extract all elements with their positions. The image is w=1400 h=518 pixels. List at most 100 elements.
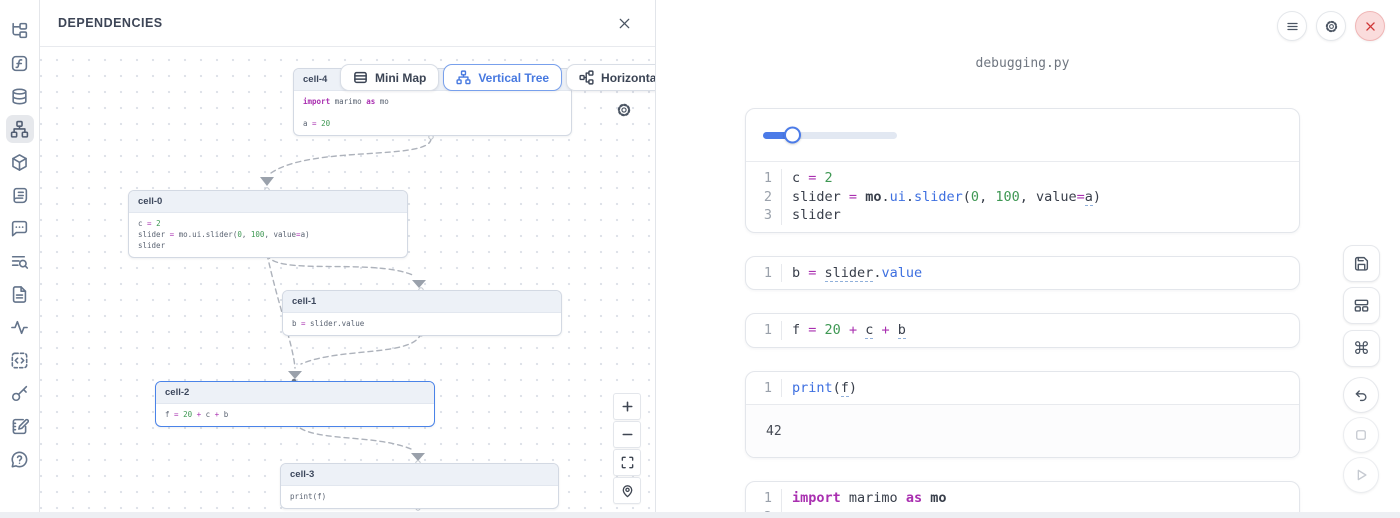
graph-node-cell-0[interactable]: cell-0c = 2slider = mo.ui.slider(0, 100,… bbox=[128, 190, 408, 258]
line-number: 2 bbox=[746, 188, 782, 207]
sidebar-item-logs[interactable] bbox=[6, 247, 34, 275]
code-line: 1print(f) bbox=[746, 379, 1299, 398]
rows-icon bbox=[353, 70, 368, 85]
zoom-in-button[interactable] bbox=[613, 393, 641, 420]
notebook-cells: 1c = 22slider = mo.ui.slider(0, 100, val… bbox=[745, 108, 1300, 518]
line-number: 1 bbox=[746, 264, 782, 283]
code-text: b = slider.value bbox=[782, 264, 922, 283]
sidebar-item-dependencies[interactable] bbox=[6, 115, 34, 143]
file-text-icon bbox=[10, 285, 29, 304]
graph-node-code: import marimo as mo a = 20 bbox=[294, 91, 571, 135]
code-editor[interactable]: 1print(f) bbox=[746, 372, 1299, 405]
code-editor[interactable]: 1b = slider.value bbox=[746, 257, 1299, 290]
code-text: import marimo as mo bbox=[782, 489, 946, 508]
horizontal-tree-label: Horizontal Tree bbox=[601, 71, 655, 85]
mini-map-label: Mini Map bbox=[375, 71, 426, 85]
notebook-pen-icon bbox=[10, 417, 29, 436]
graph-zoom-controls bbox=[613, 393, 641, 504]
sidebar-item-packages[interactable] bbox=[6, 148, 34, 176]
horizontal-tree-icon bbox=[579, 70, 594, 85]
sidebar-item-secrets[interactable] bbox=[6, 379, 34, 407]
vertical-tree-label: Vertical Tree bbox=[478, 71, 549, 85]
window-controls bbox=[1277, 11, 1385, 41]
vertical-tree-button[interactable]: Vertical Tree bbox=[443, 64, 562, 91]
panel-title: DEPENDENCIES bbox=[58, 16, 163, 30]
command-icon: ⌘ bbox=[1353, 340, 1370, 357]
settings-button[interactable] bbox=[1316, 11, 1346, 41]
activity-icon bbox=[10, 318, 29, 337]
code-line: 1b = slider.value bbox=[746, 264, 1299, 283]
notebook-area: debugging.py 1c = 22slider = mo.ui.slide… bbox=[656, 0, 1400, 518]
graph-node-title: cell-0 bbox=[129, 191, 407, 213]
list-search-icon bbox=[10, 252, 29, 271]
notebook-cell[interactable]: 1print(f)42 bbox=[745, 371, 1300, 459]
slider-output-area bbox=[746, 109, 1299, 162]
shutdown-button[interactable] bbox=[1355, 11, 1385, 41]
sidebar-item-variables[interactable] bbox=[6, 49, 34, 77]
shutdown-x-icon bbox=[1363, 19, 1378, 34]
vertical-tree-icon bbox=[456, 70, 471, 85]
sidebar-item-tracing[interactable] bbox=[6, 313, 34, 341]
sidebar-item-outline[interactable] bbox=[6, 346, 34, 374]
graph-node-cell-2[interactable]: cell-2f = 20 + c + b bbox=[155, 381, 435, 427]
code-line: 2slider = mo.ui.slider(0, 100, value=a) bbox=[746, 188, 1299, 207]
notebook-cell[interactable]: 1f = 20 + c + b bbox=[745, 313, 1300, 348]
marimo-app: DEPENDENCIES bbox=[0, 0, 1400, 518]
code-square-icon bbox=[10, 351, 29, 370]
notebook-cell[interactable]: 1c = 22slider = mo.ui.slider(0, 100, val… bbox=[745, 108, 1300, 233]
graph-node-title: cell-1 bbox=[283, 291, 561, 313]
graph-node-code: f = 20 + c + b bbox=[156, 404, 434, 426]
menu-button[interactable] bbox=[1277, 11, 1307, 41]
sidebar-item-snippets[interactable] bbox=[6, 280, 34, 308]
horizontal-scrollbar[interactable] bbox=[0, 512, 1400, 518]
layout-icon bbox=[1353, 297, 1370, 314]
code-line: 1c = 2 bbox=[746, 169, 1299, 188]
mini-map-button[interactable]: Mini Map bbox=[340, 64, 439, 91]
keyboard-shortcuts-button[interactable]: ⌘ bbox=[1343, 330, 1380, 367]
layout-button[interactable] bbox=[1343, 287, 1380, 324]
run-button[interactable] bbox=[1343, 457, 1379, 493]
zoom-out-button[interactable] bbox=[613, 421, 641, 448]
scroll-icon bbox=[10, 186, 29, 205]
horizontal-tree-button[interactable]: Horizontal Tree bbox=[566, 64, 655, 91]
code-text: f = 20 + c + b bbox=[782, 321, 906, 340]
dependencies-panel: DEPENDENCIES bbox=[40, 0, 656, 518]
sidebar-item-chat[interactable] bbox=[6, 214, 34, 242]
sidebar-item-scratchpad[interactable] bbox=[6, 412, 34, 440]
save-button[interactable] bbox=[1343, 245, 1380, 282]
graph-node-code: b = slider.value bbox=[283, 313, 561, 335]
graph-settings-gear-icon[interactable] bbox=[616, 102, 632, 118]
graph-node-cell-1[interactable]: cell-1b = slider.value bbox=[282, 290, 562, 336]
graph-node-cell-3[interactable]: cell-3print(f) bbox=[280, 463, 559, 509]
network-icon bbox=[10, 120, 29, 139]
help-circle-icon bbox=[10, 450, 29, 469]
notebook-cell[interactable]: 1b = slider.value bbox=[745, 256, 1300, 291]
dependencies-panel-header: DEPENDENCIES bbox=[40, 0, 655, 47]
sidebar-item-help[interactable] bbox=[6, 445, 34, 473]
fit-view-button[interactable] bbox=[613, 449, 641, 476]
chat-icon bbox=[10, 219, 29, 238]
activity-sidebar bbox=[0, 0, 40, 518]
sidebar-item-documentation[interactable] bbox=[6, 181, 34, 209]
dependency-graph-canvas[interactable]: cell-4import marimo as mo a = 20cell-0c … bbox=[40, 47, 655, 518]
code-line: 1import marimo as mo bbox=[746, 489, 1299, 508]
graph-node-title: cell-3 bbox=[281, 464, 558, 486]
code-text: print(f) bbox=[782, 379, 857, 398]
slider[interactable] bbox=[763, 132, 897, 139]
code-text: c = 2 bbox=[782, 169, 833, 188]
code-editor[interactable]: 1c = 22slider = mo.ui.slider(0, 100, val… bbox=[746, 162, 1299, 232]
center-location-button[interactable] bbox=[613, 477, 641, 504]
save-icon bbox=[1353, 255, 1370, 272]
sidebar-item-file-explorer[interactable] bbox=[6, 16, 34, 44]
notebook-filename[interactable]: debugging.py bbox=[745, 56, 1300, 71]
code-line: 3slider bbox=[746, 206, 1299, 225]
code-editor[interactable]: 1f = 20 + c + b bbox=[746, 314, 1299, 347]
slider-thumb[interactable] bbox=[784, 127, 801, 144]
undo-button[interactable] bbox=[1343, 377, 1379, 413]
undo-icon bbox=[1353, 387, 1369, 403]
code-text: slider bbox=[782, 206, 841, 225]
stop-button[interactable] bbox=[1343, 417, 1379, 453]
code-line: 1f = 20 + c + b bbox=[746, 321, 1299, 340]
close-icon[interactable] bbox=[613, 12, 635, 34]
sidebar-item-datasources[interactable] bbox=[6, 82, 34, 110]
